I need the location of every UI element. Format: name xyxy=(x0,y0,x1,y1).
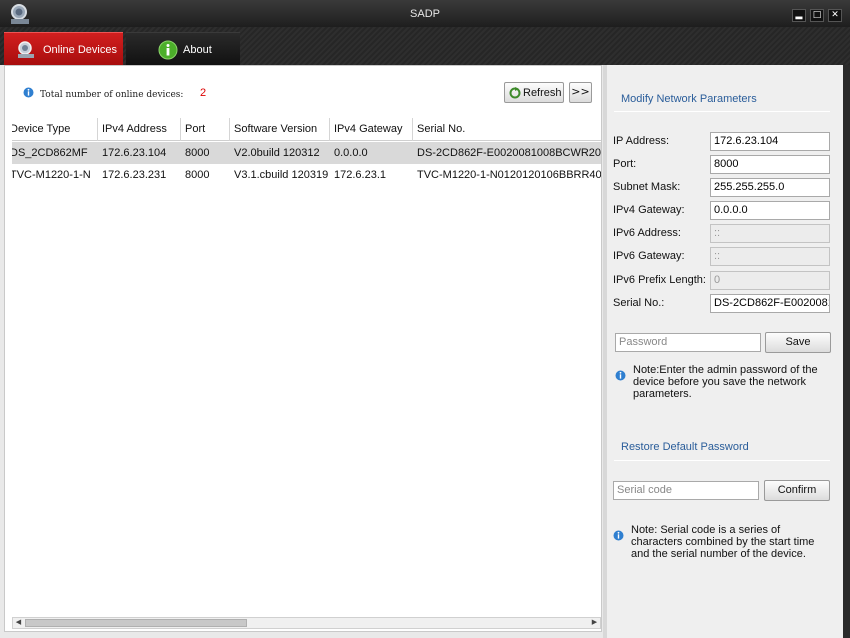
column-ipv4-gateway[interactable]: IPv4 Gateway xyxy=(330,118,413,141)
serial-no-field[interactable]: DS-2CD862F-E0020081008BCWR20 xyxy=(710,294,830,313)
title-bar: SADP ▂ □ ✕ xyxy=(0,0,850,27)
serial-note-text: Note: Serial code is a series of charact… xyxy=(631,524,815,560)
ipv6-prefix-length-label: IPv6 Prefix Length: xyxy=(613,274,706,286)
parameters-panel: Modify Network Parameters IP Address: 17… xyxy=(607,65,850,638)
divider xyxy=(614,111,830,112)
maximize-button[interactable]: □ xyxy=(810,9,824,22)
refresh-icon xyxy=(509,87,521,99)
close-button[interactable]: ✕ xyxy=(828,9,842,22)
scroll-right-icon[interactable]: ▶ xyxy=(589,618,600,628)
save-note-text: Note:Enter the admin password of the dev… xyxy=(633,364,818,400)
cell-ipv4-gateway: 172.6.23.1 xyxy=(334,169,386,181)
ipv6-gateway-field[interactable]: :: xyxy=(710,247,830,266)
cell-serial-no: TVC-M1220-1-N0120120106BBRR40... xyxy=(417,169,601,181)
ipv6-prefix-length-field[interactable]: 0 xyxy=(710,271,830,290)
network-search-icon xyxy=(18,41,34,58)
cell-port: 8000 xyxy=(185,147,210,159)
tab-about-label: About xyxy=(183,44,212,56)
column-device-type[interactable]: Device Type xyxy=(12,118,98,141)
restore-password-title: Restore Default Password xyxy=(621,441,749,453)
ip-address-field[interactable]: 172.6.23.104 xyxy=(710,132,830,151)
modify-network-title: Modify Network Parameters xyxy=(621,93,757,105)
ipv6-address-label: IPv6 Address: xyxy=(613,227,681,239)
port-field[interactable]: 8000 xyxy=(710,155,830,174)
divider xyxy=(614,460,830,461)
refresh-label: Refresh xyxy=(523,87,562,99)
ipv6-gateway-label: IPv6 Gateway: xyxy=(613,250,685,262)
tab-bar: Online Devices About xyxy=(0,27,850,65)
cell-software-version: V3.1.cbuild 120319 xyxy=(234,169,329,181)
column-software-version[interactable]: Software Version xyxy=(230,118,330,141)
info-icon xyxy=(613,530,624,541)
device-list-panel: Total number of online devices: 2 Refres… xyxy=(4,65,602,632)
window-edge xyxy=(843,65,850,638)
cell-device-type: DS_2CD862MF xyxy=(12,147,88,159)
device-count-value: 2 xyxy=(200,87,207,99)
minimize-button[interactable]: ▂ xyxy=(792,9,806,22)
serial-no-label: Serial No.: xyxy=(613,297,665,309)
main-area: Total number of online devices: 2 Refres… xyxy=(0,65,850,638)
subnet-mask-field[interactable]: 255.255.255.0 xyxy=(710,178,830,197)
table-row[interactable]: TVC-M1220-1-N 172.6.23.231 8000 V3.1.cbu… xyxy=(12,164,601,186)
horizontal-scrollbar[interactable]: ◀ ▶ xyxy=(12,617,601,629)
port-label: Port: xyxy=(613,158,637,170)
serial-note: Note: Serial code is a series of charact… xyxy=(613,524,828,564)
subnet-mask-label: Subnet Mask: xyxy=(613,181,681,193)
expand-button[interactable]: >> xyxy=(569,82,592,103)
cell-ipv4-gateway: 0.0.0.0 xyxy=(334,147,368,159)
window-title: SADP xyxy=(410,8,440,20)
confirm-button[interactable]: Confirm xyxy=(764,480,830,501)
refresh-button[interactable]: Refresh xyxy=(504,82,564,103)
device-table: Device Type IPv4 Address Port Software V… xyxy=(12,118,601,613)
cell-software-version: V2.0build 120312 xyxy=(234,147,320,159)
serial-code-input[interactable]: Serial code xyxy=(613,481,759,500)
scroll-left-icon[interactable]: ◀ xyxy=(13,618,24,628)
info-icon xyxy=(158,40,178,60)
ipv4-gateway-field[interactable]: 0.0.0.0 xyxy=(710,201,830,220)
table-header: Device Type IPv4 Address Port Software V… xyxy=(12,118,601,141)
cell-ipv4-address: 172.6.23.231 xyxy=(102,169,167,181)
save-note: Note:Enter the admin password of the dev… xyxy=(615,364,830,404)
column-port[interactable]: Port xyxy=(181,118,230,141)
tab-online-devices[interactable]: Online Devices xyxy=(4,32,123,65)
table-row[interactable]: DS_2CD862MF 172.6.23.104 8000 V2.0build … xyxy=(12,142,601,164)
tab-online-devices-label: Online Devices xyxy=(43,44,117,56)
password-input[interactable]: Password xyxy=(615,333,761,352)
ip-address-label: IP Address: xyxy=(613,135,670,147)
column-serial-no[interactable]: Serial No. xyxy=(413,118,601,141)
ipv6-address-field[interactable]: :: xyxy=(710,224,830,243)
column-ipv4-address[interactable]: IPv4 Address xyxy=(98,118,181,141)
tab-about[interactable]: About xyxy=(126,32,240,65)
info-icon xyxy=(615,370,626,381)
ipv4-gateway-label: IPv4 Gateway: xyxy=(613,204,685,216)
save-button[interactable]: Save xyxy=(765,332,831,353)
cell-ipv4-address: 172.6.23.104 xyxy=(102,147,167,159)
cell-serial-no: DS-2CD862F-E0020081008BCWR20... xyxy=(417,147,601,159)
device-count-label: Total number of online devices: xyxy=(40,90,184,100)
info-icon xyxy=(23,87,34,98)
scrollbar-thumb[interactable] xyxy=(25,619,247,627)
cell-device-type: TVC-M1220-1-N xyxy=(12,169,91,181)
cell-port: 8000 xyxy=(185,169,210,181)
